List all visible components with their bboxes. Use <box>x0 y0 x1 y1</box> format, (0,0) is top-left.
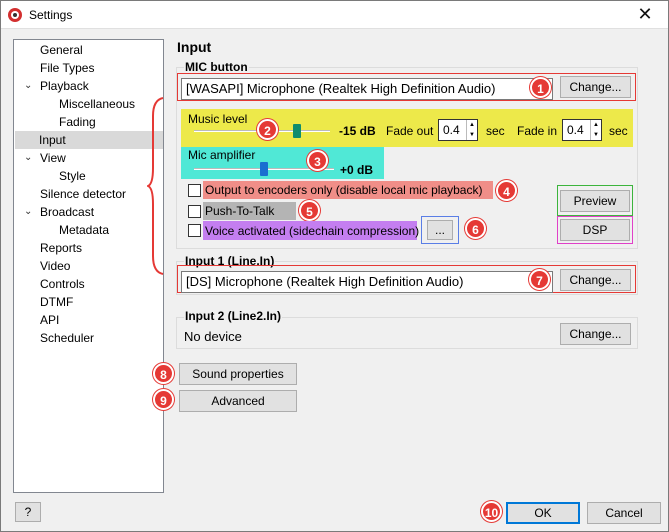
nav-item-label: Silence detector <box>40 187 127 201</box>
badge-5: 5 <box>299 200 320 221</box>
nav-item-label: Input <box>39 133 66 147</box>
nav-item-input[interactable]: Input <box>15 131 163 149</box>
nav-item-label: Video <box>40 259 71 273</box>
mic-group-label: MIC button <box>184 60 249 74</box>
mic-amp-label: Mic amplifier <box>188 148 256 162</box>
input2-group-label: Input 2 (Line2.In) <box>184 309 282 323</box>
nav-item-label: View <box>40 151 66 165</box>
nav-item-reports[interactable]: Reports <box>40 239 82 257</box>
nav-item-api[interactable]: API <box>40 311 59 329</box>
badge-9: 9 <box>153 389 174 410</box>
nav-item-fading[interactable]: Fading <box>59 113 96 131</box>
nav-item-label: Fading <box>59 115 96 129</box>
nav-item-label: Controls <box>40 277 85 291</box>
fade-in-unit: sec <box>609 124 628 138</box>
sound-properties-button[interactable]: Sound properties <box>179 363 297 385</box>
nav-item-scheduler[interactable]: Scheduler <box>40 329 94 347</box>
badge-2: 2 <box>257 119 278 140</box>
music-level-value: -15 dB <box>339 124 376 138</box>
input1-change-button[interactable]: Change... <box>560 269 631 291</box>
voice-activated-label: Voice activated (sidechain compression) <box>205 224 420 238</box>
nav-item-label: General <box>40 43 83 57</box>
title-bar: Settings ✕ <box>1 1 668 29</box>
nav-item-label: Reports <box>40 241 83 255</box>
fade-in-label: Fade in <box>517 124 558 138</box>
music-level-slider[interactable] <box>293 124 302 138</box>
fade-out-label: Fade out <box>386 124 434 138</box>
mic-change-button[interactable]: Change... <box>560 76 631 98</box>
nav-item-label: Metadata <box>59 223 110 237</box>
nav-item-label: Broadcast <box>40 205 95 219</box>
close-button[interactable]: ✕ <box>622 1 668 29</box>
badge-3: 3 <box>307 150 328 171</box>
nav-item-controls[interactable]: Controls <box>40 275 85 293</box>
nav-item-label: Miscellaneous <box>59 97 136 111</box>
fade-out-unit: sec <box>486 124 505 138</box>
fade-in-spinner[interactable]: 0.4 ▲ ▼ <box>562 119 602 141</box>
output-encoders-label: Output to encoders only (disable local m… <box>205 183 483 197</box>
spin-arrows-icon[interactable]: ▲ ▼ <box>466 120 477 140</box>
push-to-talk-checkbox[interactable] <box>188 205 201 218</box>
nav-item-video[interactable]: Video <box>40 257 70 275</box>
badge-4: 4 <box>496 180 517 201</box>
nav-item-label: Style <box>59 169 86 183</box>
nav-item-silence-detector[interactable]: Silence detector <box>40 185 126 203</box>
nav-item-label: API <box>40 313 60 327</box>
nav-item-style[interactable]: Style <box>59 167 86 185</box>
input2-change-button[interactable]: Change... <box>560 323 631 345</box>
brace-annotation <box>147 97 164 275</box>
nav-item-playback[interactable]: ⌄ Playback <box>24 77 89 95</box>
chevron-down-icon[interactable]: ⌄ <box>24 149 32 167</box>
badge-6: 6 <box>465 218 486 239</box>
push-to-talk-label: Push-To-Talk <box>205 204 275 218</box>
ok-button[interactable]: OK <box>506 502 580 524</box>
voice-settings-button[interactable]: ... <box>427 220 453 240</box>
output-encoders-checkbox[interactable] <box>188 184 201 197</box>
fade-in-value: 0.4 <box>567 123 584 137</box>
fade-out-spinner[interactable]: 0.4 ▲ ▼ <box>438 119 478 141</box>
cancel-button[interactable]: Cancel <box>587 502 661 524</box>
nav-item-label: Playback <box>40 79 89 93</box>
music-level-label: Music level <box>188 112 248 126</box>
window-title: Settings <box>29 8 73 22</box>
help-button[interactable]: ? <box>15 502 41 522</box>
nav-item-label: DTMF <box>40 295 74 309</box>
nav-item-label: Scheduler <box>40 331 95 345</box>
nav-item-miscellaneous[interactable]: Miscellaneous <box>59 95 135 113</box>
input2-device-text: No device <box>184 329 242 344</box>
fade-out-value: 0.4 <box>443 123 460 137</box>
settings-nav-tree[interactable]: General File Types ⌄ Playback Miscellaneous F… <box>13 39 164 493</box>
voice-activated-checkbox[interactable] <box>188 224 201 237</box>
badge-10: 10 <box>481 501 502 522</box>
nav-item-metadata[interactable]: Metadata <box>59 221 109 239</box>
page-title: Input <box>177 39 212 55</box>
badge-7: 7 <box>529 269 550 290</box>
nav-item-view[interactable]: ⌄ View <box>24 149 66 167</box>
app-icon <box>8 8 22 22</box>
nav-item-broadcast[interactable]: ⌄ Broadcast <box>24 203 95 221</box>
chevron-down-icon[interactable]: ⌄ <box>24 77 32 95</box>
mic-device-field: [WASAPI] Microphone (Realtek High Defini… <box>181 78 553 100</box>
settings-window: Settings ✕ General File Types ⌄ Playback Mis… <box>0 0 669 532</box>
dsp-button[interactable]: DSP <box>560 219 630 241</box>
input1-device-field: [DS] Microphone (Realtek High Definition… <box>181 271 553 293</box>
nav-item-label: File Types <box>40 61 95 75</box>
spin-arrows-icon[interactable]: ▲ ▼ <box>590 120 601 140</box>
mic-amp-value: +0 dB <box>340 163 374 177</box>
badge-8: 8 <box>153 363 174 384</box>
mic-amp-slider[interactable] <box>260 162 268 176</box>
nav-item-dtmf[interactable]: DTMF <box>40 293 73 311</box>
advanced-button[interactable]: Advanced <box>179 390 297 412</box>
nav-item-general[interactable]: General <box>40 41 83 59</box>
chevron-down-icon[interactable]: ⌄ <box>24 203 32 221</box>
badge-1: 1 <box>530 77 551 98</box>
preview-button[interactable]: Preview <box>560 190 630 212</box>
nav-item-file-types[interactable]: File Types <box>40 59 94 77</box>
